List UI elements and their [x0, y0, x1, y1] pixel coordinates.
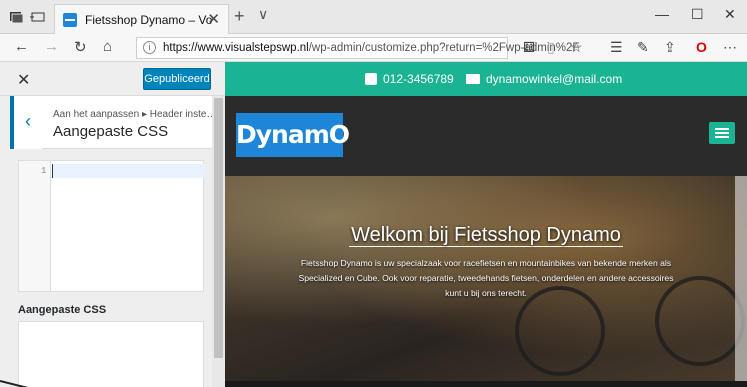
book-icon[interactable]: ▯: [547, 39, 555, 56]
preview-scrollbar[interactable]: [735, 176, 747, 387]
reader-view-icon[interactable]: ⚅: [523, 39, 535, 56]
site-header: DynamO: [225, 96, 747, 176]
hero-banner: Welkom bij Fietsshop Dynamo Fietsshop Dy…: [225, 176, 747, 387]
site-logo[interactable]: DynamO: [236, 113, 350, 157]
tab-list-chevron-icon[interactable]: ∨: [258, 6, 268, 23]
section-title: Aangepaste CSS: [53, 123, 169, 140]
minimize-button[interactable]: —: [655, 6, 669, 22]
hamburger-menu-icon[interactable]: [709, 122, 735, 144]
panel-scrollbar[interactable]: [212, 96, 225, 387]
close-customizer-icon[interactable]: ✕: [17, 70, 30, 90]
more-menu-icon[interactable]: ⋯: [723, 39, 737, 56]
set-aside-tabs-icon[interactable]: [30, 9, 46, 25]
back-chevron-icon[interactable]: ‹: [10, 96, 42, 149]
maximize-button[interactable]: ☐: [691, 6, 704, 23]
phone-icon: [365, 73, 377, 85]
line-number: 1: [41, 166, 47, 176]
pen-icon[interactable]: ✎: [637, 39, 649, 56]
window-close-button[interactable]: ✕: [724, 6, 736, 23]
scrollbar-thumb[interactable]: [214, 98, 223, 358]
bottom-strip: [225, 381, 747, 387]
site-preview: 012-3456789 dynamowinkel@mail.com DynamO…: [225, 62, 747, 387]
email-address[interactable]: dynamowinkel@mail.com: [486, 72, 622, 86]
customizer-panel: ✕ Gepubliceerd ‹ Aan het aanpassen ▸ Hea…: [0, 62, 225, 387]
active-tab[interactable]: Fietsshop Dynamo – Vo ✕: [54, 4, 229, 34]
favorites-list-icon[interactable]: ☰: [610, 39, 623, 56]
share-icon[interactable]: ⇪: [664, 39, 676, 56]
line-gutter: 1: [19, 161, 51, 291]
css-code-editor[interactable]: 1: [18, 160, 204, 292]
tab-title: Fietsshop Dynamo – Vo: [85, 13, 213, 27]
address-bar: ← → ↻ ⌂ i https://www.visualstepswp.nl/w…: [0, 34, 747, 62]
hero-text: Fietsshop Dynamo is uw specialzaak voor …: [298, 258, 674, 298]
phone-number[interactable]: 012-3456789: [383, 72, 454, 86]
forward-arrow-icon[interactable]: →: [44, 38, 59, 55]
tab-strip: Fietsshop Dynamo – Vo ✕ + ∨ — ☐ ✕: [0, 0, 747, 34]
browser-window: Fietsshop Dynamo – Vo ✕ + ∨ — ☐ ✕ ← → ↻ …: [0, 0, 747, 387]
tab-close-icon[interactable]: ✕: [207, 10, 220, 28]
opera-extension-icon[interactable]: O: [696, 39, 707, 55]
tab-actions-icon[interactable]: [8, 9, 24, 25]
home-icon[interactable]: ⌂: [103, 38, 112, 55]
contact-bar: 012-3456789 dynamowinkel@mail.com: [225, 62, 747, 96]
customizer-header: ✕ Gepubliceerd: [0, 62, 225, 96]
site-favicon-icon: [63, 13, 77, 27]
breadcrumb: Aan het aanpassen ▸ Header inste…: [53, 109, 217, 120]
info-icon[interactable]: i: [143, 41, 156, 54]
favorite-star-icon[interactable]: ☆: [570, 39, 583, 56]
hero-title: Welkom bij Fietsshop Dynamo: [349, 224, 623, 247]
css-textarea[interactable]: [18, 321, 204, 387]
back-arrow-icon[interactable]: ←: [14, 38, 29, 55]
section-header: ‹ Aan het aanpassen ▸ Header inste… Aang…: [10, 96, 216, 149]
url-field[interactable]: i https://www.visualstepswp.nl/wp-admin/…: [136, 37, 579, 59]
refresh-icon[interactable]: ↻: [74, 38, 87, 56]
publish-button[interactable]: Gepubliceerd: [143, 68, 211, 90]
envelope-icon: [466, 74, 480, 84]
new-tab-button[interactable]: +: [234, 6, 245, 27]
active-code-line[interactable]: [52, 164, 204, 178]
url-text: https://www.visualstepswp.nl/wp-admin/cu…: [163, 42, 580, 54]
css-field-label: Aangepaste CSS: [18, 304, 107, 316]
